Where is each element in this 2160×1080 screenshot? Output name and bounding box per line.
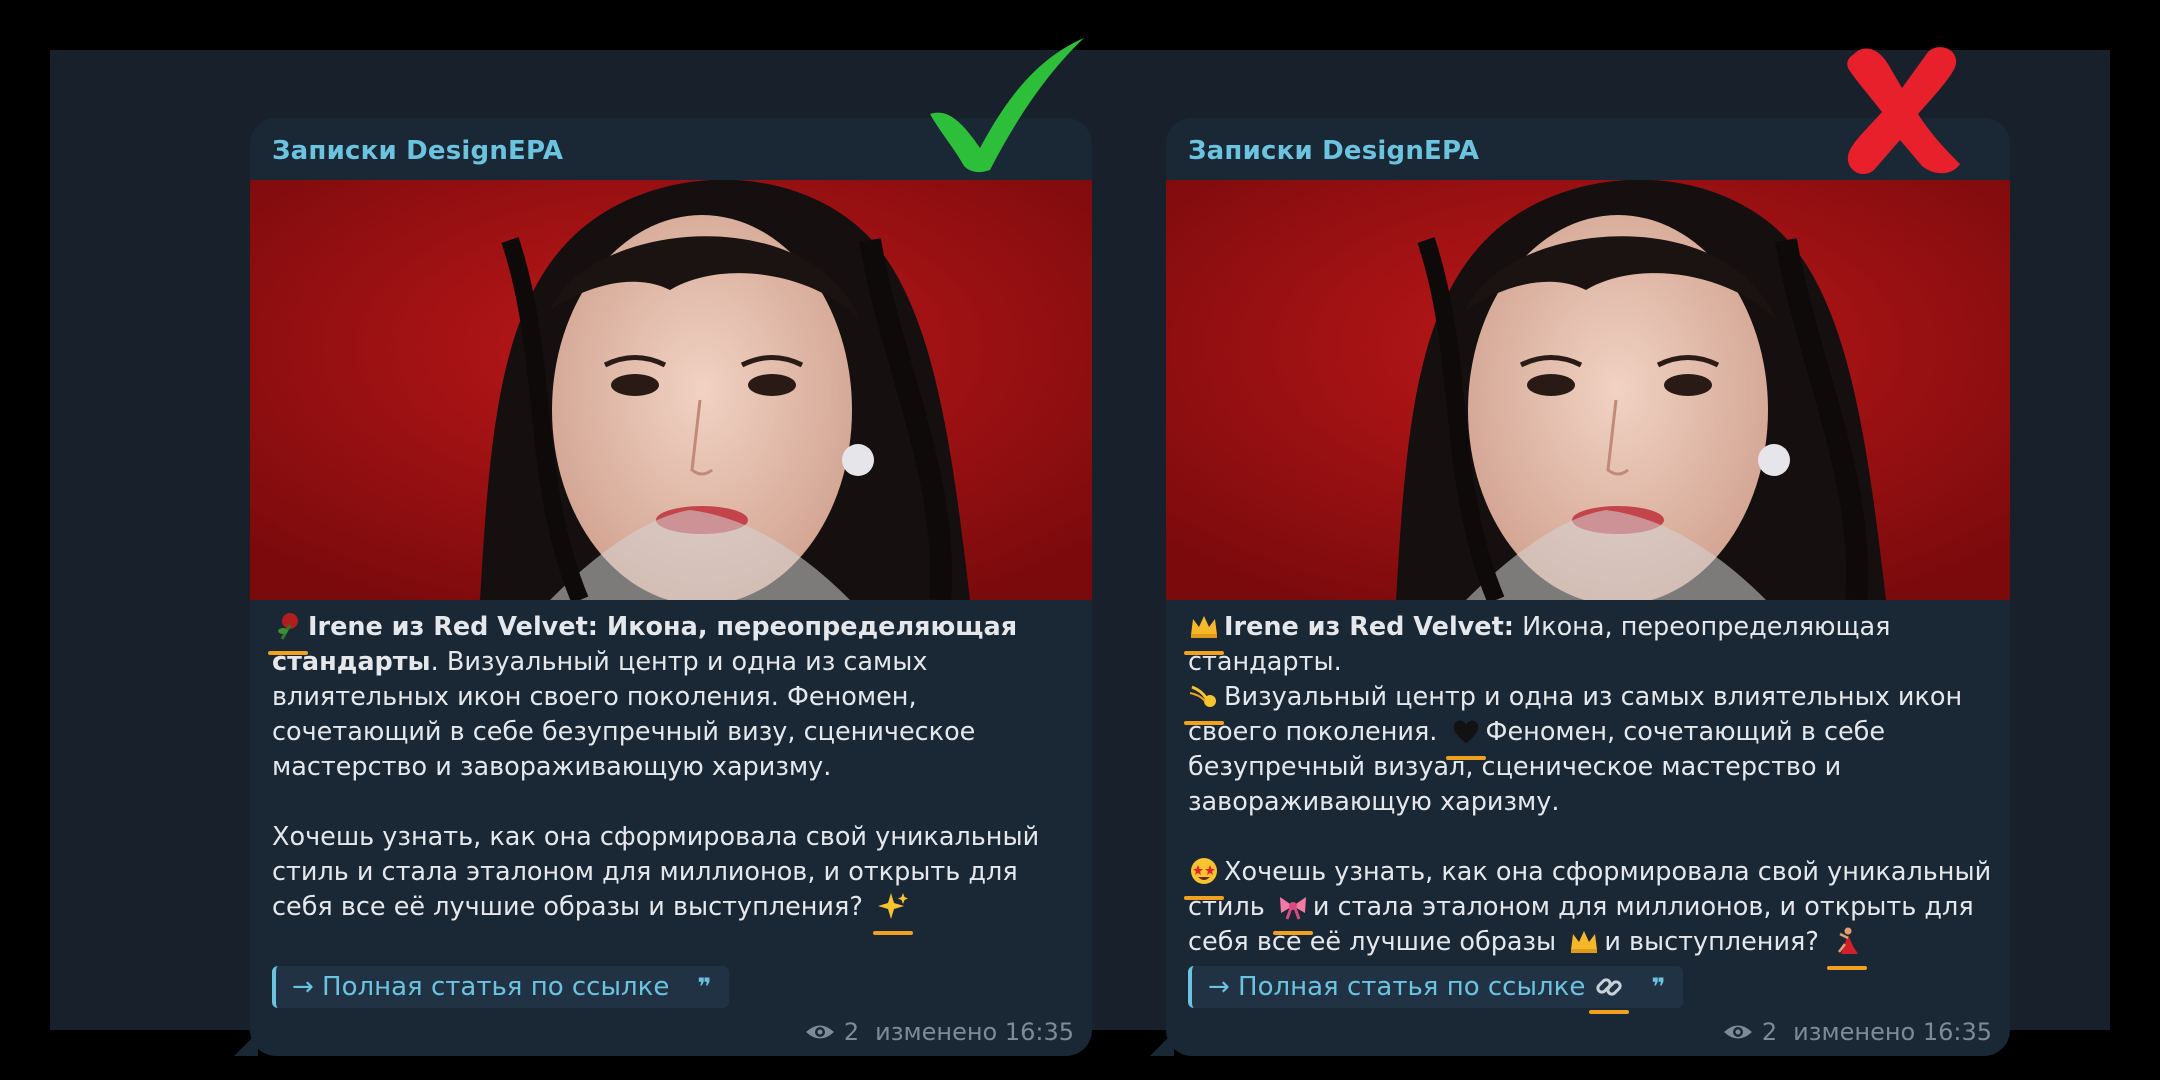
cross-icon	[1847, 47, 1960, 175]
black-heart-emoji	[1445, 716, 1486, 760]
view-count: 2	[1761, 1018, 1778, 1046]
article-link-button[interactable]: → Полная статья по ссылке ❞	[272, 966, 730, 1008]
star-struck-emoji	[1184, 856, 1224, 900]
ribbon-emoji	[1272, 891, 1313, 935]
sparkles-emoji	[873, 891, 913, 935]
bubble-tail	[234, 1032, 258, 1056]
link-label: → Полная статья по ссылке	[1208, 972, 1586, 1002]
post-question: и выступления?	[1604, 927, 1819, 957]
crown-emoji	[1184, 611, 1224, 655]
post-photo[interactable]	[1166, 180, 2010, 600]
quote-icon: ❞	[697, 973, 712, 1001]
link-emoji	[1589, 972, 1630, 1014]
portrait-image	[1166, 180, 2010, 600]
comet-emoji	[1184, 681, 1224, 725]
quote-icon: ❞	[1651, 973, 1666, 1001]
edited-timestamp: изменено 16:35	[1793, 1018, 1992, 1046]
post-meta: 2 изменено 16:35	[804, 1018, 1074, 1046]
eye-icon	[1723, 1025, 1752, 1039]
bubble-tail	[1150, 1032, 1174, 1056]
article-link-button[interactable]: → Полная статья по ссылке ❞	[1188, 966, 1684, 1014]
link-label: → Полная статья по ссылке	[292, 972, 670, 1002]
post-meta: 2 изменено 16:35	[1722, 1018, 1992, 1046]
edited-timestamp: изменено 16:35	[875, 1018, 1074, 1046]
rose-emoji	[268, 611, 308, 655]
post-title: Irene из Red Velvet:	[1224, 612, 1514, 642]
eye-icon	[805, 1025, 834, 1039]
dancer-emoji	[1827, 926, 1868, 970]
comparison-frame: Записки DesignEPA Irene из Red Velvet: И…	[50, 50, 2110, 1056]
post-good: Записки DesignEPA Irene из Red Velvet: И…	[234, 118, 1092, 1056]
channel-name[interactable]: Записки DesignEPA	[1188, 136, 1479, 166]
crown-emoji	[1564, 926, 1605, 970]
post-photo[interactable]	[250, 180, 1092, 600]
check-icon	[930, 38, 1084, 173]
post-question: Хочешь узнать, как она сформировала свой…	[272, 822, 1040, 922]
portrait-image	[250, 180, 1092, 600]
post-bad: Записки DesignEPA Irene из Red Velvet: И…	[1150, 118, 2010, 1056]
channel-name[interactable]: Записки DesignEPA	[272, 136, 563, 166]
view-count: 2	[843, 1018, 860, 1046]
post-text: Irene из Red Velvet: Икона, переопределя…	[1184, 610, 1992, 970]
post-text: Irene из Red Velvet: Икона, переопределя…	[268, 610, 1074, 935]
